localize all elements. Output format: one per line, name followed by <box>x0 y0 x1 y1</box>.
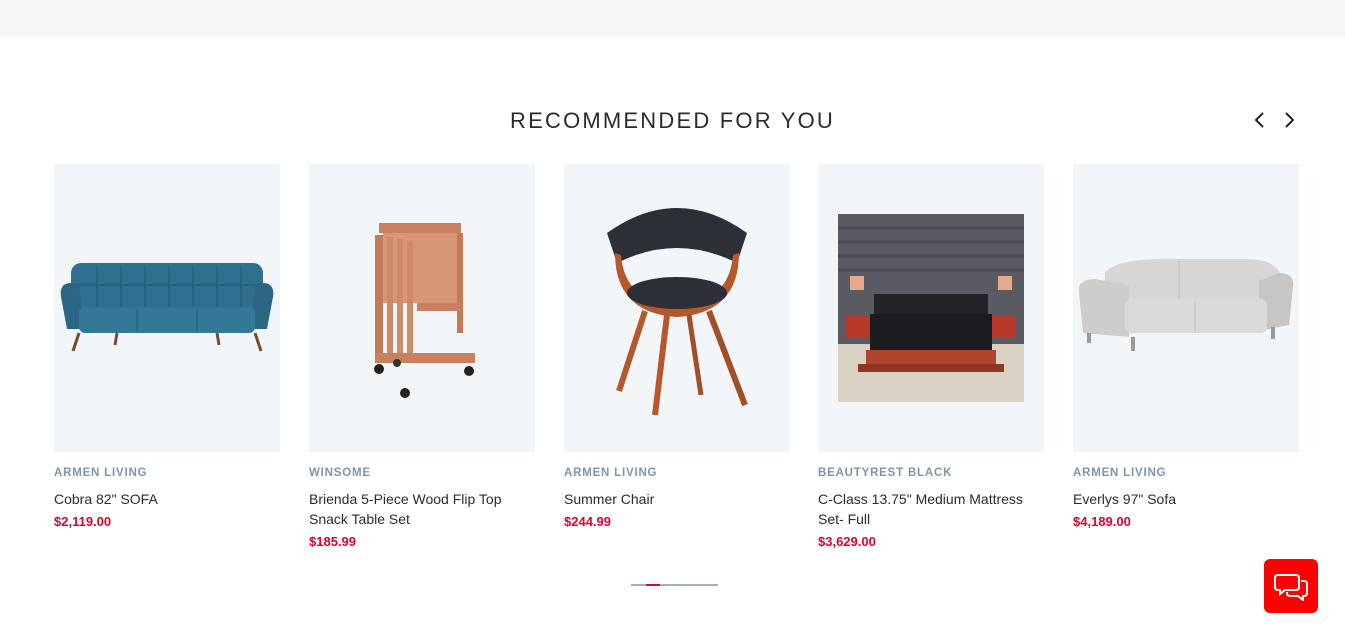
product-image[interactable] <box>54 164 280 452</box>
snack-table-image <box>374 223 475 398</box>
product-card[interactable]: ARMEN LIVING Cobra 82" SOFA $2,119.00 <box>54 164 280 529</box>
carousel-pagination[interactable] <box>631 584 718 586</box>
product-card[interactable]: ARMEN LIVING Summer Chair $244.99 <box>564 164 790 529</box>
mattress-scene-image <box>838 214 1024 402</box>
chevron-left-icon <box>1254 112 1264 128</box>
carousel-pagination-active <box>646 584 660 586</box>
product-image[interactable] <box>1073 164 1299 452</box>
product-card[interactable]: BEAUTYREST BLACK C-Class 13.75" Medium M… <box>818 164 1044 549</box>
chat-bubbles-icon <box>1274 574 1308 601</box>
product-price: $185.99 <box>309 534 356 549</box>
section-title: RECOMMENDED FOR YOU <box>510 108 835 133</box>
carousel-next-button[interactable] <box>1277 108 1301 132</box>
top-banner-band <box>0 0 1345 37</box>
gray-sofa-image <box>1078 258 1294 351</box>
product-brand: ARMEN LIVING <box>1073 467 1167 479</box>
product-price: $4,189.00 <box>1073 514 1131 529</box>
blue-sofa-image <box>60 263 274 352</box>
product-name[interactable]: Everlys 97" Sofa <box>1073 489 1299 509</box>
product-name[interactable]: Cobra 82" SOFA <box>54 489 280 509</box>
product-price: $3,629.00 <box>818 534 876 549</box>
carousel-prev-button[interactable] <box>1248 108 1272 132</box>
accent-chair-image <box>607 208 748 416</box>
product-card[interactable]: ARMEN LIVING Everlys 97" Sofa $4,189.00 <box>1073 164 1299 529</box>
product-card[interactable]: WINSOME Brienda 5-Piece Wood Flip Top Sn… <box>309 164 535 549</box>
product-name[interactable]: C-Class 13.75" Medium Mattress Set- Full <box>818 489 1044 529</box>
product-brand: ARMEN LIVING <box>54 467 148 479</box>
product-image[interactable] <box>564 164 790 452</box>
product-brand: BEAUTYREST BLACK <box>818 467 953 479</box>
chevron-right-icon <box>1285 112 1295 128</box>
product-name[interactable]: Brienda 5-Piece Wood Flip Top Snack Tabl… <box>309 489 535 529</box>
product-brand: WINSOME <box>309 467 371 479</box>
product-price: $2,119.00 <box>54 514 112 529</box>
product-brand: ARMEN LIVING <box>564 467 658 479</box>
product-price: $244.99 <box>564 514 611 529</box>
chat-button[interactable] <box>1264 559 1318 613</box>
product-image[interactable] <box>818 164 1044 452</box>
product-image[interactable] <box>309 164 535 452</box>
product-name[interactable]: Summer Chair <box>564 489 790 509</box>
